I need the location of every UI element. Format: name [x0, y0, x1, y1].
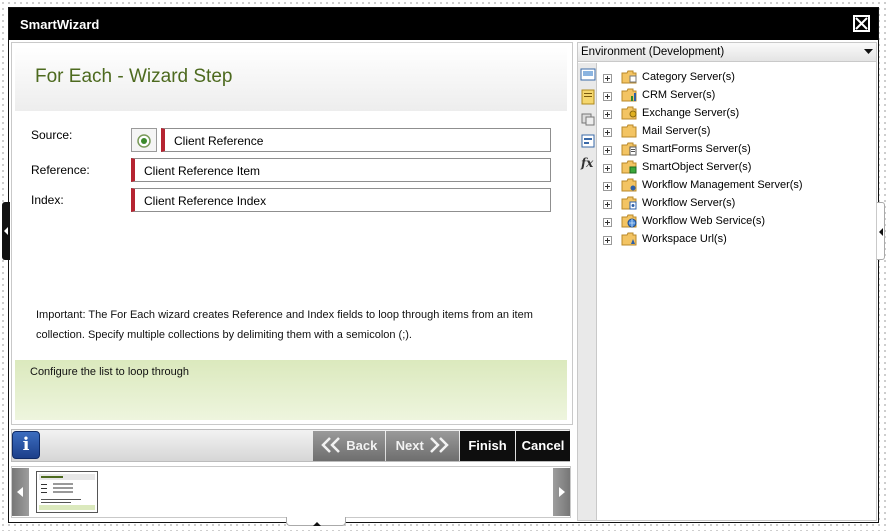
- reference-label: Reference:: [31, 163, 90, 177]
- expand-icon[interactable]: [603, 182, 612, 191]
- back-button[interactable]: Back: [313, 431, 385, 461]
- tree-item-label: Workspace Url(s): [642, 233, 727, 245]
- thumbnail-scroll-right[interactable]: [553, 468, 570, 516]
- tree-item-label: Workflow Management Server(s): [642, 179, 803, 191]
- folder-mail-icon: [621, 124, 637, 138]
- step-thumbnail[interactable]: [36, 471, 98, 513]
- folder-workflow-icon: [621, 196, 637, 210]
- form-icon[interactable]: [580, 133, 596, 149]
- next-label: Next: [395, 438, 424, 453]
- environment-tree: [598, 63, 876, 520]
- dropdown-arrow-icon[interactable]: [864, 49, 873, 55]
- close-button[interactable]: [853, 15, 870, 32]
- hint-text: Configure the list to loop through: [30, 366, 189, 378]
- important-note: Important: The For Each wizard creates R…: [36, 309, 533, 341]
- reference-field[interactable]: Client Reference Item: [131, 158, 551, 182]
- step-preview-image: [39, 474, 95, 510]
- context-browser-icon: [137, 134, 151, 148]
- expand-icon[interactable]: [603, 164, 612, 173]
- step-title: For Each - Wizard Step: [35, 66, 233, 87]
- folder-crm-icon: [621, 88, 637, 102]
- objects-icon[interactable]: [580, 111, 596, 127]
- folder-workflow-web-service-icon: [621, 214, 637, 228]
- environment-toolbar: [578, 63, 597, 520]
- expand-icon[interactable]: [603, 146, 612, 155]
- chevron-up-icon: [313, 522, 321, 526]
- expand-icon[interactable]: [603, 128, 612, 137]
- collapse-left-handle[interactable]: [2, 202, 10, 260]
- back-label: Back: [346, 438, 378, 453]
- close-icon: [855, 17, 868, 30]
- tree-item-label: Category Server(s): [642, 71, 735, 83]
- double-chevron-right-icon: [430, 437, 450, 453]
- tree-item-label: SmartForms Server(s): [642, 143, 751, 155]
- expand-icon[interactable]: [603, 92, 612, 101]
- double-chevron-left-icon: [320, 437, 340, 453]
- cancel-button[interactable]: Cancel: [516, 431, 570, 461]
- source-field[interactable]: Client Reference: [161, 128, 551, 152]
- next-button[interactable]: Next: [386, 431, 459, 461]
- expand-icon[interactable]: [603, 236, 612, 245]
- chevron-left-icon: [17, 487, 23, 497]
- tree-item-label: Exchange Server(s): [642, 107, 740, 119]
- folder-exchange-icon: [621, 106, 637, 120]
- thumbnail-scroll-left[interactable]: [12, 468, 29, 516]
- environment-title: Environment (Development): [581, 46, 725, 58]
- folder-category-icon: [621, 70, 637, 84]
- folder-workflow-management-icon: [621, 178, 637, 192]
- expand-icon[interactable]: [603, 218, 612, 227]
- expand-icon[interactable]: [603, 110, 612, 119]
- tree-item-label: Workflow Web Service(s): [642, 215, 766, 227]
- index-field[interactable]: Client Reference Index: [131, 188, 551, 212]
- tree-item-label: CRM Server(s): [642, 89, 716, 101]
- info-button[interactable]: i: [12, 431, 40, 459]
- folder-smartforms-icon: [621, 142, 637, 156]
- svg-text:fx: fx: [580, 156, 594, 170]
- source-picker-button[interactable]: [131, 128, 157, 152]
- context-icon[interactable]: [580, 89, 596, 105]
- index-label: Index:: [31, 193, 64, 207]
- collapse-right-handle[interactable]: [877, 202, 885, 260]
- tree-item-label: SmartObject Server(s): [642, 161, 752, 173]
- environment-icon[interactable]: [580, 67, 596, 83]
- expand-handle[interactable]: [286, 517, 346, 526]
- folder-smartobject-icon: [621, 160, 637, 174]
- function-icon[interactable]: fx: [580, 154, 596, 170]
- chevron-left-icon: [879, 228, 883, 236]
- chevron-left-icon: [4, 227, 8, 235]
- title-bar: SmartWizard: [9, 8, 878, 40]
- folder-workspace-icon: [621, 232, 637, 246]
- source-label: Source:: [31, 128, 73, 142]
- chevron-right-icon: [559, 487, 565, 497]
- finish-button[interactable]: Finish: [460, 431, 515, 461]
- expand-icon[interactable]: [603, 200, 612, 209]
- tree-item-label: Workflow Server(s): [642, 197, 736, 209]
- tree-item-label: Mail Server(s): [642, 125, 711, 137]
- window-title: SmartWizard: [20, 17, 100, 32]
- expand-icon[interactable]: [603, 74, 612, 83]
